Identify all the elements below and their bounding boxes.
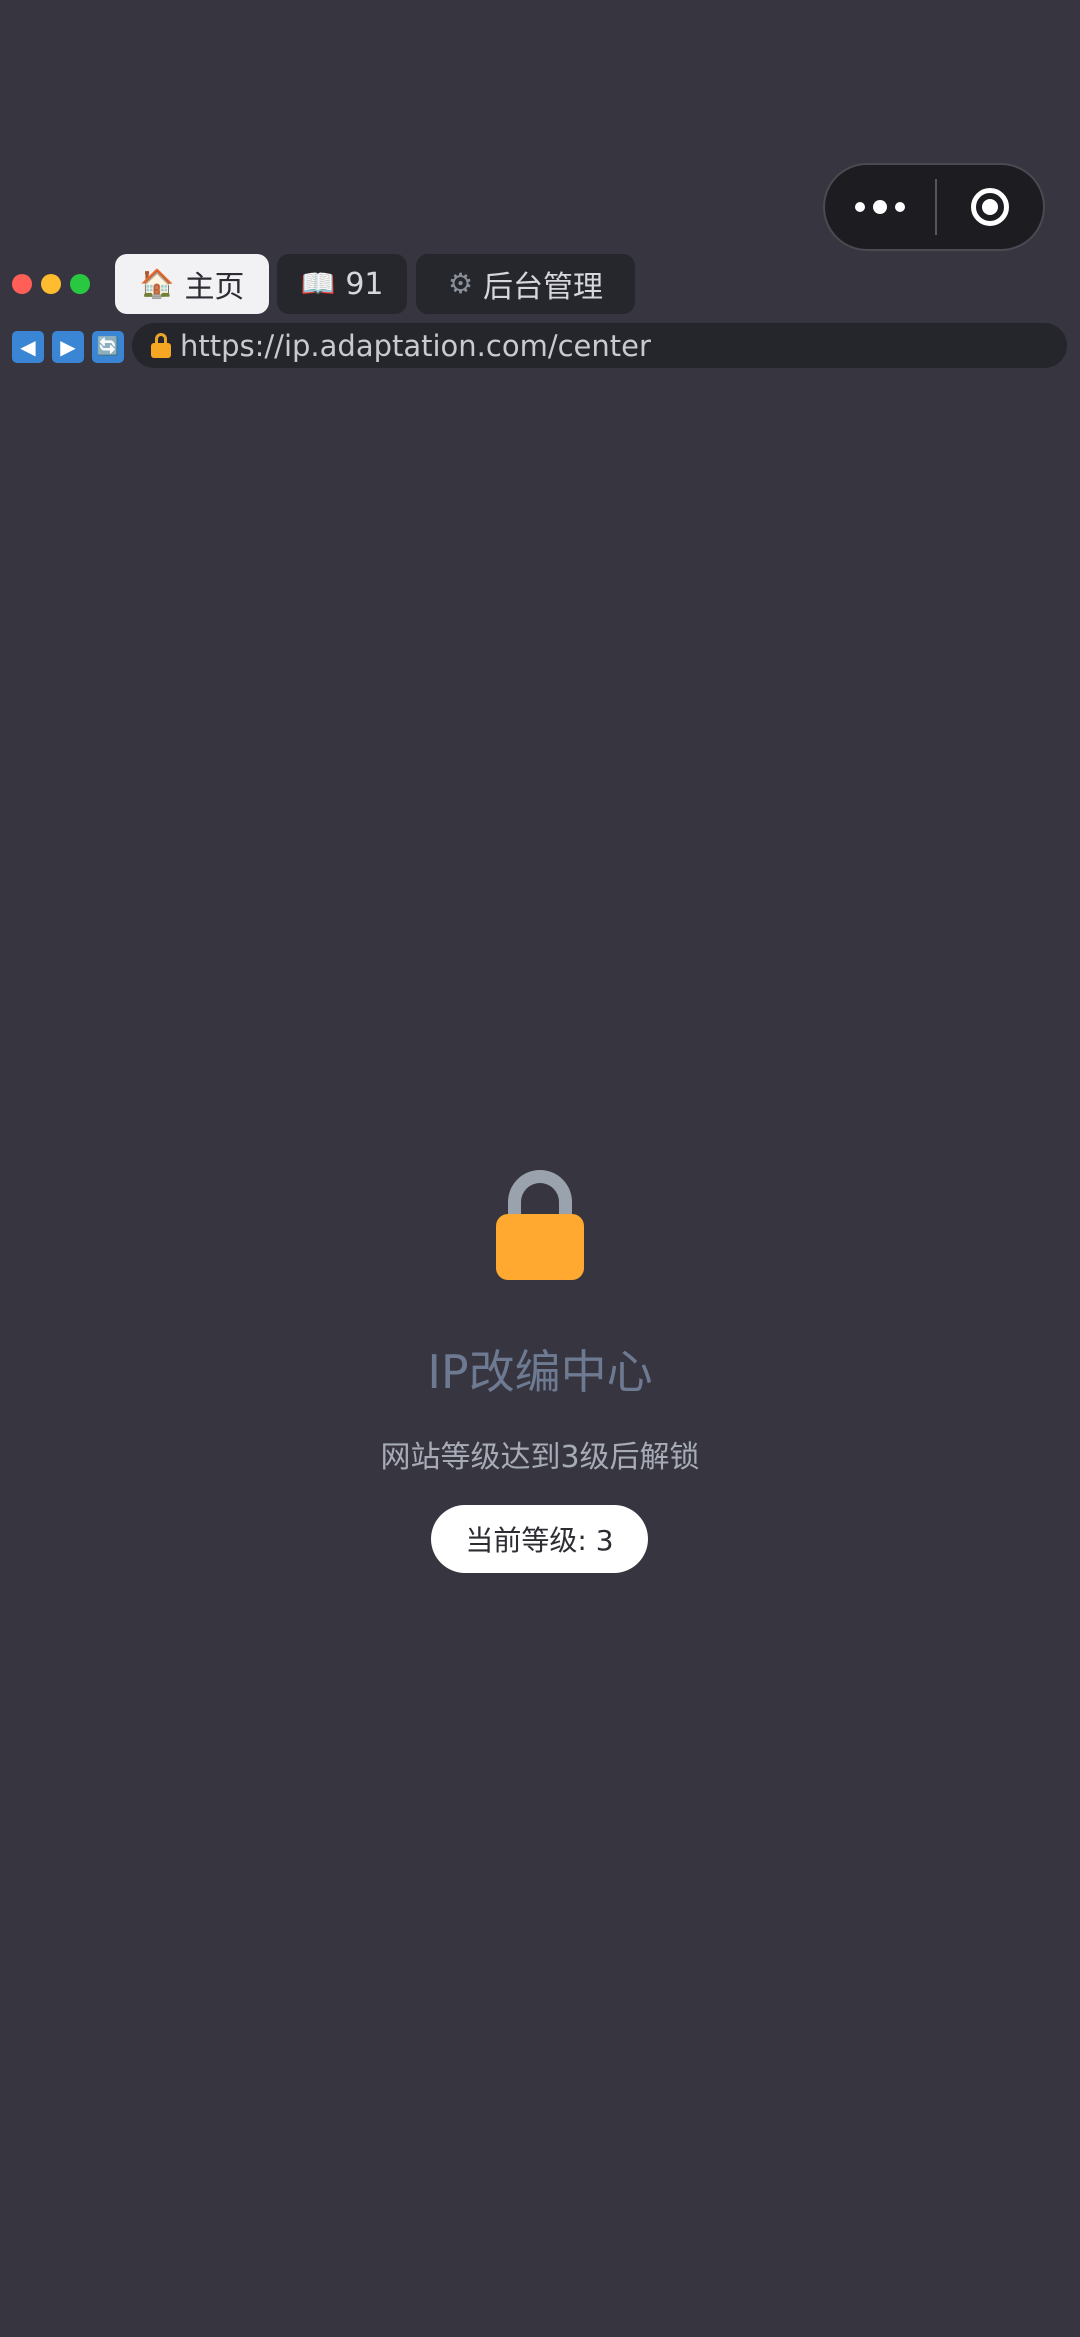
more-dot-icon [873,200,887,214]
back-button[interactable]: ◀ [12,331,44,363]
tab-admin[interactable]: ⚙ 后台管理 [416,254,635,314]
window-controls [12,274,90,294]
more-menu-button[interactable] [825,165,935,249]
more-dot-icon [895,202,905,212]
page: 🏠 主页 📖 91 ⚙ 后台管理 ◀ ▶ 🔄 https://ip.adapta… [0,0,1080,2337]
page-title: IP改编中心 [427,1345,653,1399]
forward-button[interactable]: ▶ [52,331,84,363]
refresh-icon: 🔄 [96,336,120,357]
forward-arrow-icon: ▶ [60,335,76,359]
minimize-window-dot[interactable] [41,274,61,294]
tab-label: 后台管理 [483,270,604,305]
tab-label: 主页 [184,270,245,305]
current-level-badge: 当前等级: 3 [431,1505,648,1573]
tab-91[interactable]: 📖 91 [277,254,407,314]
house-icon: 🏠 [139,267,175,300]
lock-icon [496,1170,584,1280]
address-bar[interactable]: https://ip.adaptation.com/center [132,323,1067,368]
tab-label: 91 [345,266,384,302]
close-miniprogram-button[interactable] [937,165,1043,249]
url-text: https://ip.adaptation.com/center [180,328,651,363]
miniprogram-capsule [823,163,1045,251]
current-level-label: 当前等级: 3 [465,1524,614,1557]
refresh-button[interactable]: 🔄 [92,331,124,363]
close-window-dot[interactable] [12,274,32,294]
maximize-window-dot[interactable] [70,274,90,294]
gear-icon: ⚙ [447,267,474,300]
back-arrow-icon: ◀ [20,335,36,359]
more-dot-icon [855,202,865,212]
tab-home[interactable]: 🏠 主页 [115,254,269,314]
book-icon: 📖 [300,267,336,300]
unlock-requirement-text: 网站等级达到3级后解锁 [380,1440,700,1475]
secure-lock-icon [150,332,172,359]
target-close-icon [971,188,1009,226]
